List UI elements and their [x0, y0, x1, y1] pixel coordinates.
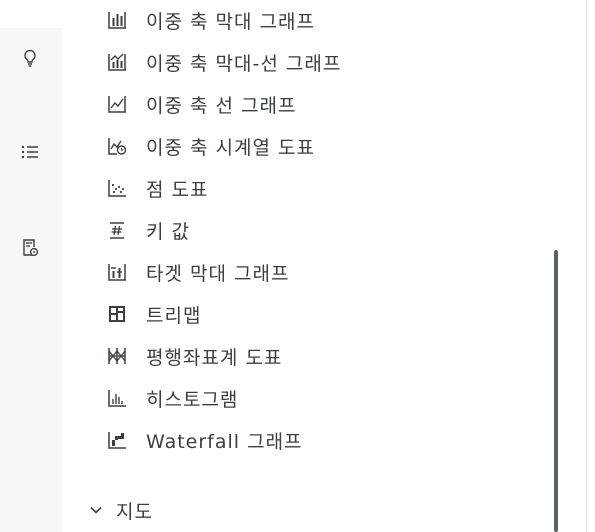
list-button[interactable]: [13, 135, 47, 169]
key-value-icon: [106, 217, 132, 243]
chart-option-label: 평행좌표계 도표: [146, 346, 283, 369]
chart-option-label: 점 도표: [146, 178, 209, 201]
chart-option-label: 이중 축 시계열 도표: [146, 136, 315, 159]
lightbulb-icon: [24, 49, 36, 67]
panel-divider: [586, 0, 587, 532]
chart-option-label: 키 값: [146, 220, 190, 243]
chart-option-label: 이중 축 막대-선 그래프: [146, 52, 342, 75]
insights-button[interactable]: [13, 41, 47, 75]
chart-option-label: 타겟 막대 그래프: [146, 262, 290, 285]
waterfall-chart-icon: [106, 427, 132, 453]
chart-option-label: 이중 축 선 그래프: [146, 94, 297, 117]
chart-option-dual-axis-line[interactable]: 이중 축 선 그래프: [106, 87, 296, 121]
section-label: 지도: [116, 500, 153, 523]
chart-option-label: 히스토그램: [146, 388, 239, 411]
chart-option-label: Waterfall 그래프: [146, 430, 303, 453]
dual-axis-bar-chart-icon: [106, 7, 132, 33]
chart-option-histogram[interactable]: 히스토그램: [106, 381, 238, 415]
chart-option-parallel-coordinates[interactable]: 평행좌표계 도표: [106, 339, 282, 373]
parallel-coordinates-icon: [106, 343, 132, 369]
treemap-icon: [106, 301, 132, 327]
document-settings-button[interactable]: [13, 231, 47, 265]
chart-option-dual-axis-bar-line[interactable]: 이중 축 막대-선 그래프: [106, 45, 341, 79]
list-icon: [21, 145, 38, 159]
document-settings-icon: [23, 239, 39, 257]
dual-axis-time-series-icon: [106, 133, 132, 159]
section-header-maps[interactable]: 지도: [88, 494, 153, 526]
chart-option-label: 트리맵: [146, 304, 202, 327]
histogram-icon: [106, 385, 132, 411]
dual-axis-line-chart-icon: [106, 91, 132, 117]
chart-option-key-value[interactable]: 키 값: [106, 213, 190, 247]
side-rail: [0, 28, 62, 532]
scrollbar-thumb[interactable]: [554, 250, 558, 532]
chart-option-dual-axis-time-series[interactable]: 이중 축 시계열 도표: [106, 129, 315, 163]
chart-option-treemap[interactable]: 트리맵: [106, 297, 201, 331]
dual-axis-bar-line-chart-icon: [106, 49, 132, 75]
chart-option-label: 이중 축 막대 그래프: [146, 10, 315, 33]
scatter-plot-icon: [106, 175, 132, 201]
chart-option-dual-axis-bar[interactable]: 이중 축 막대 그래프: [106, 3, 315, 37]
chart-option-waterfall[interactable]: Waterfall 그래프: [106, 423, 303, 457]
chart-option-target-bar[interactable]: 타겟 막대 그래프: [106, 255, 289, 289]
target-bar-chart-icon: [106, 259, 132, 285]
chart-option-scatter[interactable]: 점 도표: [106, 171, 208, 205]
chevron-down-icon: [90, 506, 102, 514]
